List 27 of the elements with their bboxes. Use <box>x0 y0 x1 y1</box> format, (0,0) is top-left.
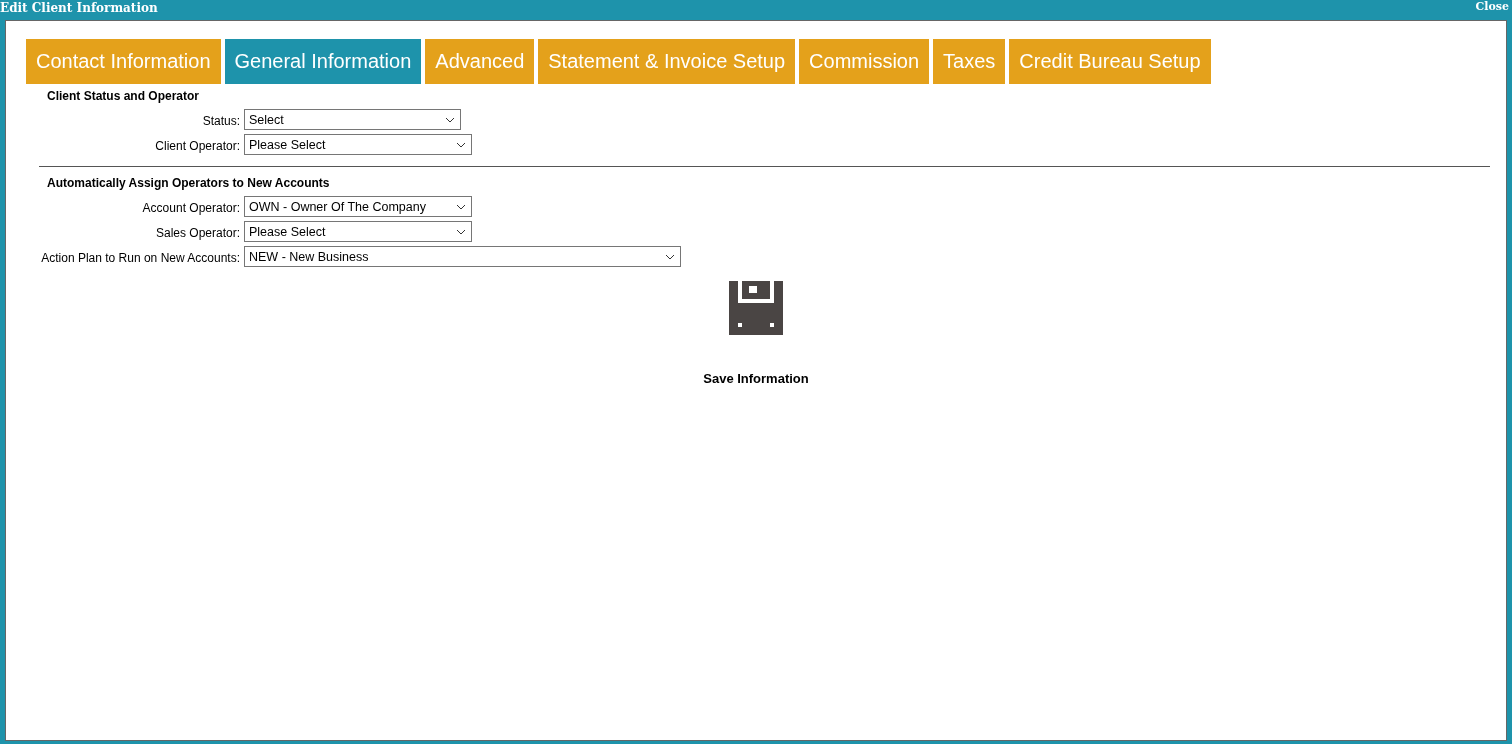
tab[interactable]: Contact Information <box>26 39 221 84</box>
tab[interactable]: Commission <box>799 39 930 84</box>
dropdown-field[interactable]: Select <box>244 109 461 130</box>
close-link[interactable]: Close <box>1475 0 1509 13</box>
tab[interactable]: Credit Bureau Setup <box>1009 39 1211 84</box>
field-label: Action Plan to Run on New Accounts: <box>40 250 241 265</box>
chevron-icon <box>456 203 466 210</box>
tab[interactable]: Statement & Invoice Setup <box>538 39 796 84</box>
chevron-icon <box>456 141 466 148</box>
dropdown-field[interactable]: NEW - New Business <box>244 246 681 267</box>
tab[interactable]: Taxes <box>933 39 1006 84</box>
field-label: Status: <box>201 113 241 128</box>
chevron-icon <box>445 116 455 123</box>
dropdown-field[interactable]: OWN - Owner Of The Company <box>244 196 472 217</box>
field-label: Sales Operator: <box>154 225 241 240</box>
section-heading: Automatically Assign Operators to New Accounts <box>47 176 331 190</box>
dropdown-field[interactable]: Please Select <box>244 221 472 242</box>
save-button[interactable]: Save Information <box>703 281 809 386</box>
section-heading: Client Status and Operator <box>47 89 201 103</box>
field-label: Client Operator: <box>154 138 241 153</box>
field-label: Account Operator: <box>141 200 241 215</box>
dropdown-field[interactable]: Please Select <box>244 134 472 155</box>
chevron-icon <box>665 253 675 260</box>
tab[interactable]: General Information <box>224 39 422 84</box>
window-title: Edit Client Information <box>0 0 158 15</box>
chevron-icon <box>456 228 466 235</box>
tab[interactable]: Advanced <box>425 39 535 84</box>
